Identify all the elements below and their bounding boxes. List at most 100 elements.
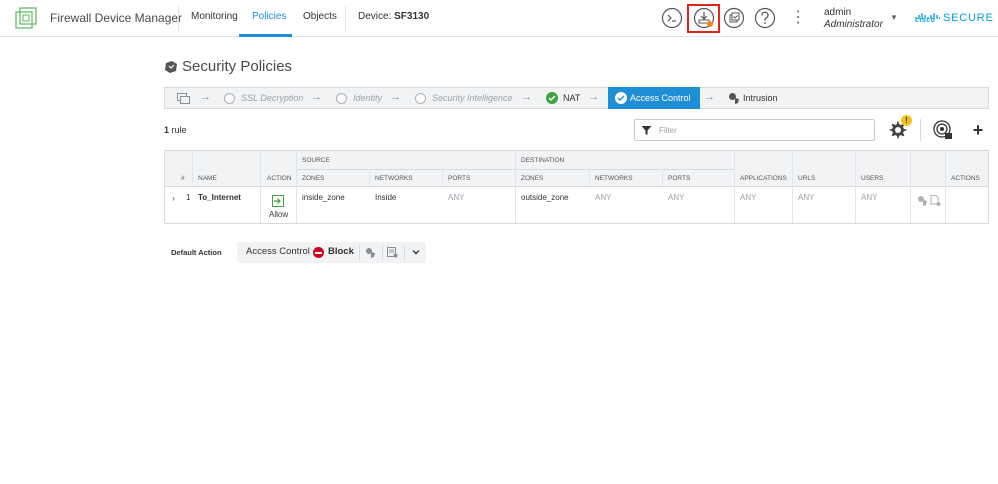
- security-policies-icon: [165, 61, 177, 73]
- ssl-decryption-status-icon: [224, 93, 235, 104]
- rule-action: Allow: [269, 210, 289, 219]
- nav-divider: [178, 6, 179, 31]
- header-source-networks[interactable]: NETWORKS: [375, 175, 413, 182]
- device-prefix: Device:: [358, 11, 395, 22]
- user-menu-chevron-icon[interactable]: ▼: [890, 13, 898, 22]
- header-urls[interactable]: URLS: [798, 175, 815, 182]
- expand-row-chevron-icon[interactable]: ›: [172, 193, 175, 203]
- filter-input[interactable]: [659, 123, 869, 138]
- app-title[interactable]: Firewall Device Manager: [50, 11, 182, 25]
- flow-arrow-icon: →: [200, 91, 211, 103]
- top-navigation-bar: Firewall Device Manager Monitoring Polic…: [0, 0, 998, 37]
- access-control-checkmark-icon: [615, 92, 627, 104]
- column-divider: [260, 151, 261, 223]
- fdm-logo-icon[interactable]: [15, 7, 37, 29]
- task-list-icon[interactable]: [723, 7, 745, 29]
- header-destination-zones[interactable]: ZONES: [521, 175, 543, 182]
- header-action[interactable]: ACTION: [267, 175, 292, 182]
- rule-source-networks: Inside: [375, 193, 397, 202]
- allow-action-icon: [272, 195, 284, 207]
- flow-arrow-icon: →: [704, 91, 715, 103]
- default-action-divider: [404, 245, 405, 260]
- header-name[interactable]: NAME: [198, 175, 217, 182]
- rule-number: 1: [186, 193, 191, 202]
- header-applications[interactable]: APPLICATIONS: [740, 175, 787, 182]
- help-icon[interactable]: [754, 7, 776, 29]
- page-title: Security Policies: [182, 58, 293, 75]
- column-divider: [855, 151, 856, 223]
- default-action-box[interactable]: Access Control Block: [237, 242, 426, 263]
- rule-source-zones: inside_zone: [302, 193, 345, 202]
- column-divider: [442, 169, 443, 187]
- group-header-source: SOURCE: [302, 157, 330, 164]
- default-action-label: Default Action: [171, 248, 222, 257]
- block-icon: [313, 247, 324, 258]
- column-divider: [296, 151, 297, 223]
- chevron-down-icon[interactable]: [411, 247, 421, 257]
- flow-arrow-icon: →: [311, 91, 322, 103]
- nat-checkmark-icon: [546, 92, 558, 104]
- warning-badge[interactable]: !: [901, 115, 912, 126]
- default-action-policy: Access Control: [246, 246, 310, 257]
- column-divider: [662, 169, 663, 187]
- header-number: #: [181, 175, 185, 182]
- rule-destination-networks: ANY: [595, 193, 612, 202]
- default-action-divider: [382, 245, 383, 260]
- inside-network-icon: [177, 93, 190, 104]
- default-action-value[interactable]: Block: [328, 246, 354, 257]
- header-source-ports[interactable]: PORTS: [448, 175, 470, 182]
- more-options-icon[interactable]: ⋮: [790, 8, 806, 28]
- file-policy-icon[interactable]: [930, 195, 941, 206]
- source-group-divider: [296, 169, 515, 170]
- intrusion-policy-icon[interactable]: [365, 247, 376, 258]
- flow-step-access-control-label: Access Control: [630, 93, 691, 103]
- brand-secure: SECURE: [943, 12, 994, 24]
- identity-status-icon: [336, 93, 347, 104]
- rule-applications: ANY: [740, 193, 757, 202]
- rule-urls: ANY: [798, 193, 815, 202]
- flow-step-nat[interactable]: NAT: [563, 93, 580, 103]
- flow-step-security-intelligence[interactable]: Security Intelligence: [432, 93, 513, 103]
- add-rule-button[interactable]: +: [967, 119, 989, 141]
- flow-step-identity[interactable]: Identity: [353, 93, 382, 103]
- nav-objects[interactable]: Objects: [303, 11, 337, 22]
- rules-table: SOURCE DESTINATION # NAME ACTION ZONES N…: [164, 150, 989, 224]
- flow-arrow-icon: →: [390, 91, 401, 103]
- flow-step-intrusion[interactable]: Intrusion: [743, 93, 778, 103]
- header-users[interactable]: USERS: [861, 175, 883, 182]
- rule-source-ports: ANY: [448, 193, 465, 202]
- rule-count-suffix: rule: [169, 125, 187, 135]
- terminal-icon[interactable]: [661, 7, 683, 29]
- deployment-highlight-box: [687, 4, 720, 33]
- rule-users: ANY: [861, 193, 878, 202]
- cisco-wordmark: cisco: [915, 17, 936, 24]
- flow-step-ssl-decryption[interactable]: SSL Decryption: [241, 93, 303, 103]
- column-divider: [589, 169, 590, 187]
- rule-destination-ports: ANY: [668, 193, 685, 202]
- filter-box[interactable]: [634, 119, 875, 141]
- default-action-divider: [359, 245, 360, 260]
- column-divider: [369, 169, 370, 187]
- nav-divider: [345, 6, 346, 31]
- user-name[interactable]: admin: [824, 7, 851, 18]
- filter-icon: [641, 126, 652, 135]
- column-divider: [515, 151, 516, 223]
- column-divider: [945, 151, 946, 223]
- intrusion-policy-icon[interactable]: [917, 195, 928, 206]
- column-divider: [734, 151, 735, 223]
- nav-monitoring[interactable]: Monitoring: [191, 11, 238, 22]
- policy-flow-bar: → SSL Decryption → Identity → Security I…: [164, 87, 989, 109]
- header-destination-networks[interactable]: NETWORKS: [595, 175, 633, 182]
- user-role[interactable]: Administrator: [824, 19, 883, 30]
- active-tab-indicator: [239, 34, 292, 37]
- device-selector[interactable]: Device: SF3130: [358, 11, 429, 22]
- toolbar-divider: [920, 119, 921, 141]
- header-source-zones[interactable]: ZONES: [302, 175, 324, 182]
- header-destination-ports[interactable]: PORTS: [668, 175, 690, 182]
- column-divider: [792, 151, 793, 223]
- rule-name[interactable]: To_Internet: [198, 193, 241, 202]
- intrusion-shield-icon: [729, 93, 739, 104]
- logging-icon[interactable]: [387, 247, 398, 258]
- nav-policies[interactable]: Policies: [252, 11, 286, 22]
- hit-count-icon[interactable]: [932, 119, 954, 141]
